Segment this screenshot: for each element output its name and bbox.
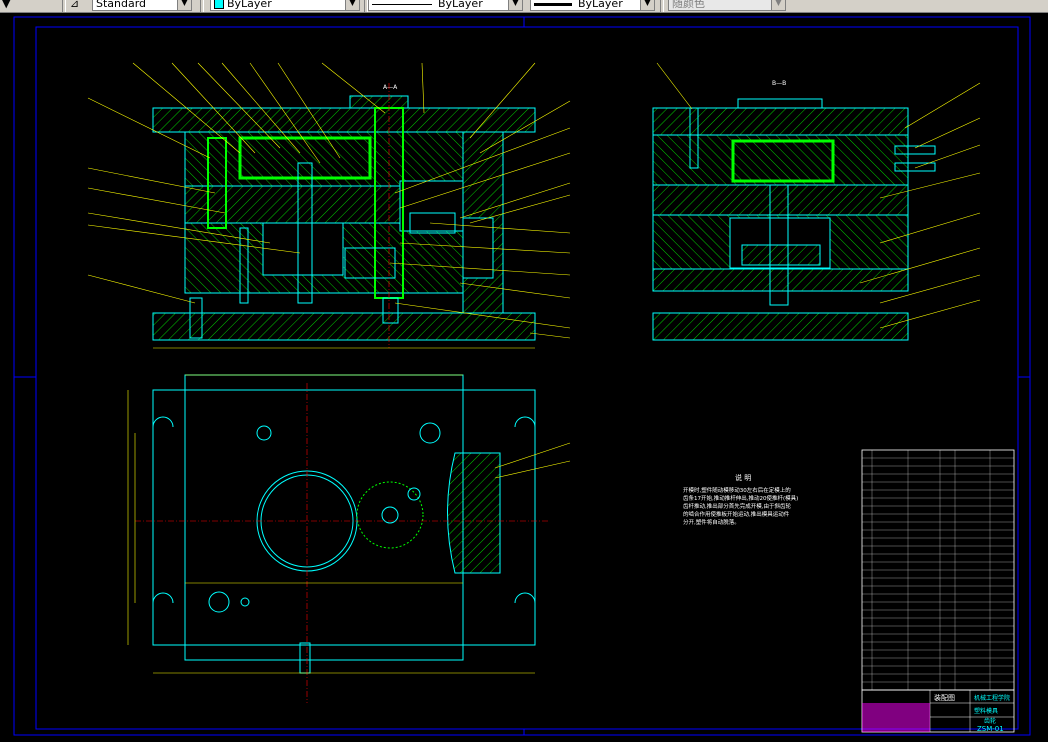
chevron-down-icon[interactable]: ▼ [640, 0, 654, 10]
notes-line: 齿条17开始,推动推杆伸出,推动20使推杆(模具) [683, 494, 798, 502]
school-name: 机械工程学院 [974, 694, 1010, 702]
color-swatch-icon [214, 0, 224, 9]
linetype-value: ByLayer [438, 0, 483, 10]
plot-style-select[interactable]: 随颜色 ▼ [668, 0, 786, 11]
locating-ring [349, 95, 409, 109]
signature-area [862, 703, 930, 732]
notes-line: 开模时,塑件随动模移动30左右后在定模上的 [683, 486, 791, 494]
section-label-aa: A—A [383, 84, 398, 91]
top-plate-side [652, 107, 909, 136]
guide-hole [256, 425, 272, 441]
section-label-bb: B—B [772, 80, 786, 87]
pin-hole [407, 487, 421, 501]
bottom-plate-side [652, 312, 909, 341]
title-block: 装配图 机械工程学院 塑料模具 齿轮 ZSM-01 [861, 689, 1015, 733]
notes-line: 齿杆推动,推出部分首先完成开模,由于斜齿轮 [683, 502, 791, 510]
nozzle-fitting [299, 642, 311, 674]
drawing-name: 装配图 [934, 693, 955, 702]
guide-hole [419, 422, 441, 444]
chevron-down-icon[interactable]: ▼ [177, 0, 191, 10]
toolbar-separator [660, 0, 664, 12]
dimensions [127, 374, 571, 674]
chevron-down-icon[interactable]: ▼ [508, 0, 522, 10]
linetype-sample-icon [372, 3, 432, 5]
part-sub: 齿轮 [984, 717, 996, 725]
gear-circle [356, 481, 424, 549]
text-style-select[interactable]: Standard ▼ [92, 0, 192, 11]
chevron-down-icon[interactable]: ▼ [771, 0, 785, 10]
drawing-number: ZSM-01 [977, 725, 1004, 733]
pin-hole [240, 597, 250, 607]
text-style-icon[interactable]: ⊿ [70, 0, 88, 11]
part-name: 塑料模具 [974, 707, 998, 715]
dropdown-tail[interactable]: ▼ [2, 0, 10, 11]
color-value: ByLayer [227, 0, 272, 10]
bottom-clamp-plate [152, 312, 536, 341]
linetype-control-select[interactable]: ByLayer ▼ [368, 0, 523, 11]
drawing-svg[interactable]: A—A B—B 说 明 开模时,塑件随动模移动30左右后在定模上的 齿条17开始… [0, 13, 1048, 738]
plan-inner-outline [184, 374, 464, 661]
text-style-value: Standard [96, 0, 147, 10]
parts-list-table [861, 449, 1015, 691]
properties-toolbar: ▼ ⊿ Standard ▼ ByLayer ▼ ByLayer ▼ ByLay… [0, 0, 1048, 13]
rack-housing [447, 452, 501, 574]
plan-view [127, 374, 571, 703]
guide-hole [208, 591, 230, 613]
ejector-space [262, 222, 344, 276]
plot-style-value: 随颜色 [672, 0, 705, 10]
gear-hub [381, 506, 399, 524]
chevron-down-icon[interactable]: ▼ [345, 0, 359, 10]
notes-line: 的啮合作用使推板开始运动,推出模具运动件 [683, 510, 790, 518]
section-view-bb: B—B [652, 62, 981, 341]
locating-ring-side [737, 98, 823, 109]
lineweight-value: ByLayer [578, 0, 623, 10]
lineweight-control-select[interactable]: ByLayer ▼ [530, 0, 655, 11]
toolbar-separator [200, 0, 204, 12]
toolbar-separator [62, 0, 66, 12]
ejector-plate-side [741, 244, 821, 266]
gear-cavity [399, 180, 464, 232]
parts-list-grid [862, 450, 1014, 690]
technical-notes: 说 明 开模时,塑件随动模移动30左右后在定模上的 齿条17开始,推动推杆伸出,… [683, 473, 798, 526]
notes-line: 分开,塑件将自动脱落。 [683, 518, 740, 526]
section-view-aa: A—A [87, 62, 571, 349]
lineweight-sample-icon [534, 2, 572, 6]
notes-title: 说 明 [735, 473, 751, 482]
color-control-select[interactable]: ByLayer ▼ [210, 0, 360, 11]
drawing-canvas[interactable]: A—A B—B 说 明 开模时,塑件随动模移动30左右后在定模上的 齿条17开始… [0, 13, 1048, 738]
moving-plate-side [652, 184, 909, 216]
